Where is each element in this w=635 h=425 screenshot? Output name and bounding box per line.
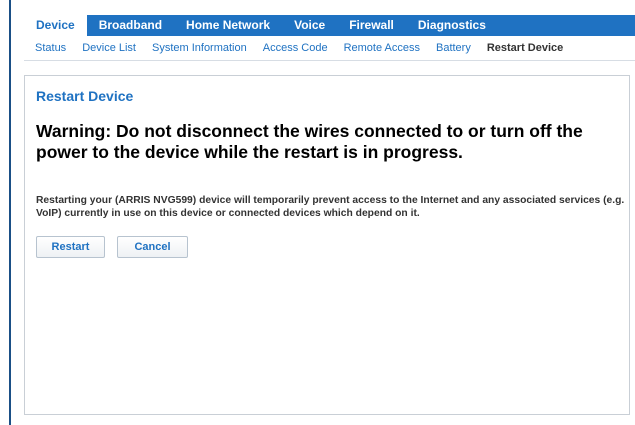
restart-warning: Warning: Do not disconnect the wires con… xyxy=(36,121,583,162)
restart-button[interactable]: Restart xyxy=(36,236,105,258)
subnav-remote-access[interactable]: Remote Access xyxy=(336,36,428,60)
tab-home-network[interactable]: Home Network xyxy=(174,15,282,36)
tab-broadband[interactable]: Broadband xyxy=(87,15,174,36)
sub-navigation: Status Device List System Information Ac… xyxy=(24,36,635,61)
tab-diagnostics[interactable]: Diagnostics xyxy=(406,15,498,36)
subnav-battery[interactable]: Battery xyxy=(428,36,479,60)
tab-device[interactable]: Device xyxy=(24,15,87,36)
window-edge-rule xyxy=(9,0,11,425)
tab-firewall[interactable]: Firewall xyxy=(337,15,406,36)
tab-voice[interactable]: Voice xyxy=(282,15,337,36)
subnav-access-code[interactable]: Access Code xyxy=(255,36,336,60)
router-admin-page: Device Broadband Home Network Voice Fire… xyxy=(0,0,635,425)
subnav-status[interactable]: Status xyxy=(24,36,74,60)
page-title: Restart Device xyxy=(36,88,134,104)
subnav-device-list[interactable]: Device List xyxy=(74,36,144,60)
cancel-button[interactable]: Cancel xyxy=(117,236,188,258)
main-content-panel: Restart Device Warning: Do not disconnec… xyxy=(24,75,630,415)
subnav-system-information[interactable]: System Information xyxy=(144,36,255,60)
restart-description: Restarting your (ARRIS NVG599) device wi… xyxy=(36,195,625,219)
top-navigation: Device Broadband Home Network Voice Fire… xyxy=(24,15,635,36)
subnav-restart-device[interactable]: Restart Device xyxy=(479,36,571,60)
